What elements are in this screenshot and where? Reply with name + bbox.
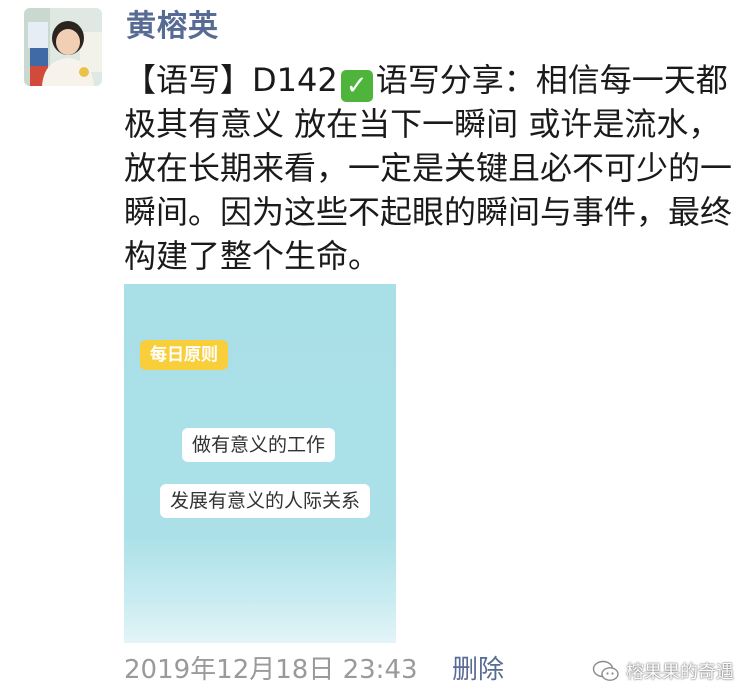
check-mark-icon: ✓ bbox=[340, 70, 373, 102]
avatar-photo bbox=[24, 8, 102, 86]
watermark: 榕果果的奇遇 bbox=[592, 656, 734, 686]
image-tag: 每日原则 bbox=[140, 340, 228, 370]
image-text-line-1: 做有意义的工作 bbox=[182, 428, 336, 462]
author-name[interactable]: 黄榕英 bbox=[126, 6, 219, 48]
author-avatar[interactable] bbox=[24, 8, 102, 86]
wechat-official-account-icon bbox=[592, 660, 619, 681]
post-timestamp: 2019年12月18日 23:43 bbox=[124, 655, 418, 685]
watermark-text: 榕果果的奇遇 bbox=[626, 662, 734, 683]
delete-button[interactable]: 删除 bbox=[452, 652, 504, 688]
image-text-line-2: 发展有意义的人际关系 bbox=[160, 484, 371, 518]
post-text-prefix: 【语写】D142 bbox=[124, 61, 338, 99]
post-image[interactable]: 每日原则 做有意义的工作 发展有意义的人际关系 bbox=[124, 284, 396, 643]
post-text: 【语写】D142 ✓ 语写分享：相信每一天都极其有意义 放在当下一瞬间 或许是流水，… bbox=[124, 58, 736, 278]
